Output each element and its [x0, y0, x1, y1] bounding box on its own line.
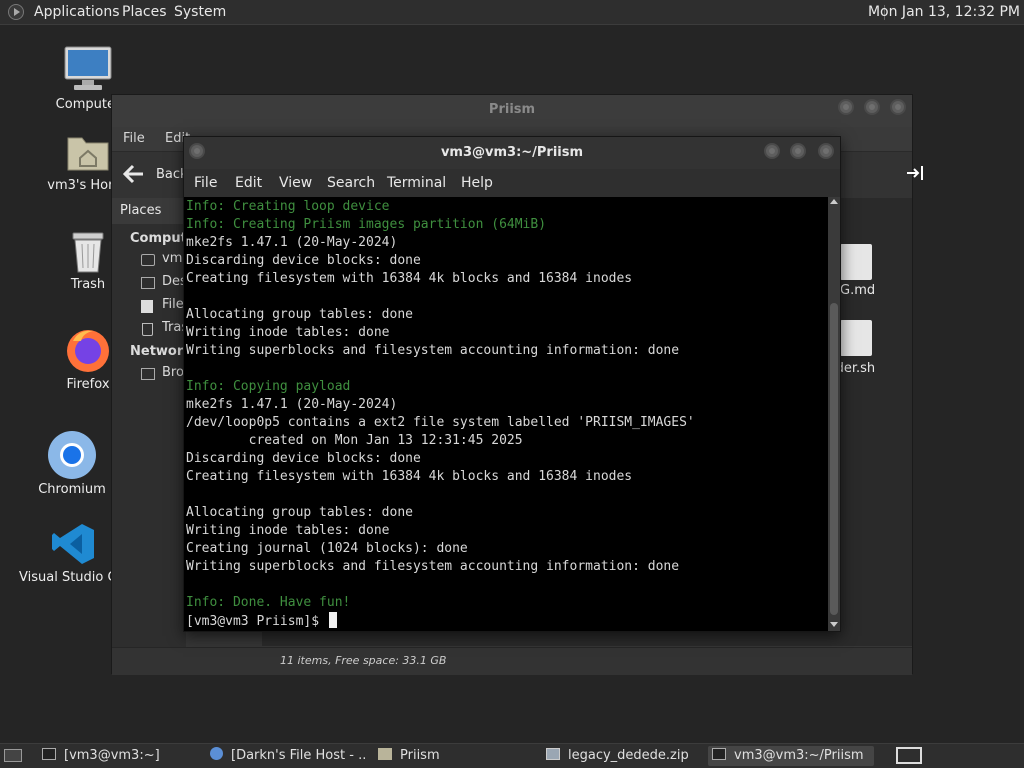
places-label: Places — [120, 203, 162, 218]
term-menu-view[interactable]: View — [279, 175, 312, 191]
desktop-icon — [141, 277, 155, 289]
terminal-close-button[interactable] — [818, 143, 834, 159]
chromium-icon — [48, 431, 96, 479]
filesystem-icon — [141, 300, 153, 313]
places-sidebar: Places Computer vm3 Desktop File System … — [112, 198, 186, 674]
scroll-up-icon[interactable] — [830, 199, 838, 204]
terminal-output-line: Discarding device blocks: done — [186, 451, 421, 466]
taskbar-item-label: [Darkn's File Host - ... — [231, 748, 366, 763]
terminal-info-line: Info: Done. Have fun! — [186, 595, 351, 610]
terminal-output-line: Writing inode tables: done — [186, 325, 390, 340]
scroll-down-icon[interactable] — [830, 622, 838, 627]
taskbar-item-label: legacy_dedede.zip — [568, 748, 689, 763]
archive-icon — [546, 748, 560, 760]
terminal-output-line: Writing superblocks and filesystem accou… — [186, 343, 680, 358]
terminal-output-line: mke2fs 1.47.1 (20-May-2024) — [186, 397, 398, 412]
terminal-minimize-button[interactable] — [764, 143, 780, 159]
file-name-md[interactable]: G.md — [840, 283, 875, 298]
folder-icon — [378, 748, 392, 760]
workspace-switcher[interactable] — [896, 747, 922, 764]
term-menu-file[interactable]: File — [194, 175, 217, 191]
mouse-cursor-icon — [907, 166, 923, 180]
terminal-output-line: /dev/loop0p5 contains a ext2 file system… — [186, 415, 695, 430]
terminal-output-line: Allocating group tables: done — [186, 307, 413, 322]
terminal-prompt: [vm3@vm3 Priism]$ — [186, 614, 327, 629]
terminal-output-line: Discarding device blocks: done — [186, 253, 421, 268]
back-arrow-icon[interactable] — [123, 164, 145, 184]
network-icon — [141, 368, 155, 380]
minimize-button[interactable] — [838, 99, 854, 115]
file-manager-statusbar: 11 items, Free space: 33.1 GB — [112, 647, 912, 675]
terminal-output-line: Writing inode tables: done — [186, 523, 390, 538]
terminal-icon — [712, 748, 726, 760]
system-menu[interactable]: System — [174, 0, 226, 25]
taskbar-item[interactable]: legacy_dedede.zip — [542, 746, 702, 766]
terminal-title: vm3@vm3:~/Priism — [440, 145, 584, 160]
distro-logo-icon[interactable] — [8, 4, 24, 20]
bottom-panel: [vm3@vm3:~] [Darkn's File Host - ... Priis… — [0, 743, 1024, 768]
close-button[interactable] — [890, 99, 906, 115]
taskbar-item[interactable]: Priism — [374, 746, 534, 766]
sidebar-header-computer: Computer — [130, 231, 186, 246]
terminal-window[interactable]: vm3@vm3:~/Priism File Edit View Search T… — [183, 136, 841, 632]
terminal-output-line: Creating filesystem with 16384 4k blocks… — [186, 469, 633, 484]
terminal-output-line: Creating journal (1024 blocks): done — [186, 541, 468, 556]
terminal-output-line: Writing superblocks and filesystem accou… — [186, 559, 680, 574]
terminal-titlebar[interactable]: vm3@vm3:~/Priism — [184, 137, 840, 169]
terminal-output[interactable]: Info: Creating loop device Info: Creating… — [184, 197, 828, 631]
term-menu-help[interactable]: Help — [461, 175, 493, 191]
places-menu[interactable]: Places — [122, 0, 167, 25]
home-folder-icon — [67, 137, 109, 171]
taskbar-item[interactable]: [Darkn's File Host - ... — [206, 746, 366, 766]
terminal-output-line: Allocating group tables: done — [186, 505, 413, 520]
fm-menu-file[interactable]: File — [123, 131, 145, 146]
terminal-info-line: Info: Creating Priism images partition (… — [186, 217, 547, 232]
file-manager-titlebar[interactable]: Priism — [112, 95, 912, 127]
trash-icon — [72, 232, 104, 273]
top-panel: Applications Places System Mon Jan 13, 1… — [0, 0, 1024, 25]
terminal-menubar: File Edit View Search Terminal Help — [184, 169, 840, 197]
sidebar-header-network: Network — [130, 344, 186, 359]
clock[interactable]: Mon Jan 13, 12:32 PM — [868, 0, 1020, 25]
term-menu-terminal[interactable]: Terminal — [387, 175, 446, 191]
taskbar-item[interactable]: [vm3@vm3:~] — [38, 746, 198, 766]
terminal-window-menu-button[interactable] — [189, 143, 205, 159]
sidebar-trash-icon — [142, 323, 153, 336]
applications-menu[interactable]: Applications — [34, 0, 120, 25]
terminal-info-line: Info: Copying payload — [186, 379, 351, 394]
computer-icon — [64, 46, 112, 90]
term-menu-search[interactable]: Search — [327, 175, 375, 191]
vscode-icon — [52, 524, 94, 564]
firefox-icon — [67, 330, 109, 372]
taskbar-item-label: Priism — [400, 748, 440, 763]
maximize-button[interactable] — [864, 99, 880, 115]
home-icon — [141, 254, 155, 266]
terminal-output-line: created on Mon Jan 13 12:31:45 2025 — [186, 433, 523, 448]
terminal-scroll-thumb[interactable] — [830, 303, 838, 615]
terminal-cursor — [328, 612, 337, 628]
term-menu-edit[interactable]: Edit — [235, 175, 262, 191]
terminal-output-line: Creating filesystem with 16384 4k blocks… — [186, 271, 633, 286]
terminal-scrollbar[interactable] — [828, 197, 840, 631]
script-file-icon[interactable] — [840, 320, 872, 356]
file-manager-title: Priism — [488, 102, 536, 117]
terminal-info-line: Info: Creating loop device — [186, 199, 390, 214]
places-header[interactable]: Places — [112, 198, 186, 224]
chromium-icon — [210, 747, 223, 760]
terminal-maximize-button[interactable] — [790, 143, 806, 159]
terminal-prompt-line[interactable]: [vm3@vm3 Priism]$ — [186, 612, 337, 631]
taskbar-item-label: vm3@vm3:~/Priism — [734, 748, 864, 763]
show-desktop-icon[interactable] — [4, 749, 22, 762]
markdown-file-icon[interactable] — [840, 244, 872, 280]
terminal-icon — [42, 748, 56, 760]
terminal-output-line: mke2fs 1.47.1 (20-May-2024) — [186, 235, 398, 250]
taskbar-item-label: [vm3@vm3:~] — [64, 748, 160, 763]
status-text: 11 items, Free space: 33.1 GB — [280, 654, 447, 667]
taskbar-item[interactable]: vm3@vm3:~/Priism — [708, 746, 874, 766]
